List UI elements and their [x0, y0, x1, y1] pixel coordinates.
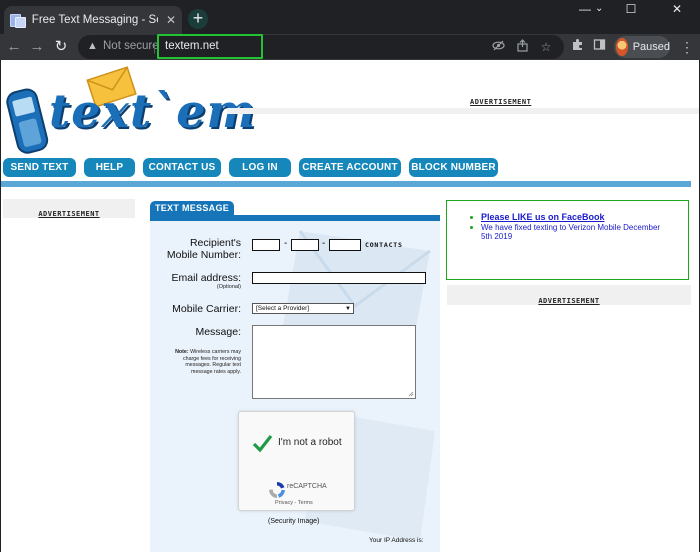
recaptcha-widget[interactable]: I'm not a robot reCAPTCHA Privacy - Term…	[238, 411, 355, 511]
kebab-menu-icon[interactable]: ⋮	[680, 38, 694, 56]
phone-line-input[interactable]	[329, 239, 361, 251]
browser-toolbar: ← → ↻ ▲ Not secure | textem.net ☆ Paused…	[0, 34, 700, 60]
not-a-robot-label[interactable]: I'm not a robot	[278, 437, 342, 448]
phone-dash: -	[284, 238, 288, 249]
checkmark-icon[interactable]	[251, 432, 273, 454]
nav-help[interactable]: HELP	[84, 158, 135, 177]
ip-address-label: Your IP Address is:	[369, 537, 424, 544]
eye-off-icon[interactable]	[490, 39, 506, 55]
window-controls: — ☐ ✕	[562, 0, 700, 20]
advertisement-bar	[227, 108, 699, 114]
avatar	[616, 38, 628, 56]
note-text: Wireless carriers may charge fees for re…	[182, 349, 241, 375]
email-label: Email address:	[171, 272, 241, 284]
message-label: Message:	[195, 326, 241, 338]
advertisement-label: ADVERTISEMENT	[470, 98, 532, 106]
advertisement-label: ADVERTISEMENT	[538, 297, 600, 305]
carrier-label: Mobile Carrier:	[172, 303, 241, 315]
reload-icon[interactable]: ↻	[52, 38, 70, 56]
security-status[interactable]: Not secure	[103, 40, 159, 52]
nav-create-account[interactable]: CREATE ACCOUNT	[299, 158, 401, 177]
facebook-like-link[interactable]: Please LIKE us on FaceBook	[469, 212, 669, 223]
nav-send-text[interactable]: SEND TEXT	[3, 158, 76, 177]
header-divider	[1, 181, 691, 187]
text-message-form: TEXT MESSAGE Recipient's Mobile Number: …	[150, 201, 440, 552]
left-advertisement: ADVERTISEMENT	[3, 199, 135, 218]
recaptcha-brand: reCAPTCHA	[287, 483, 327, 490]
carrier-select-value: [Select a Provider]	[256, 305, 310, 312]
right-advertisement: ADVERTISEMENT	[447, 285, 691, 305]
contacts-link[interactable]: CONTACTS	[365, 241, 403, 249]
resize-handle-icon[interactable]	[408, 391, 414, 397]
nav-block-number[interactable]: BLOCK NUMBER	[409, 158, 498, 177]
recaptcha-privacy-terms[interactable]: Privacy - Terms	[275, 500, 313, 506]
recipient-label: Recipient's	[189, 237, 241, 249]
top-advertisement: ADVERTISEMENT	[227, 98, 699, 114]
new-tab-button[interactable]: +	[188, 9, 208, 29]
tab-strip: Free Text Messaging - Send and Receive ✕…	[0, 0, 700, 34]
minimize-button[interactable]: —	[562, 0, 608, 20]
side-panel-icon[interactable]	[590, 38, 608, 56]
verizon-notice: We have fixed texting to Verizon Mobile …	[469, 223, 669, 242]
email-field[interactable]	[252, 272, 426, 284]
notice-box: Please LIKE us on FaceBook We have fixed…	[446, 200, 689, 280]
share-icon[interactable]	[514, 39, 530, 55]
profile-button[interactable]: Paused	[614, 36, 670, 58]
back-arrow-icon[interactable]: ←	[5, 38, 23, 56]
extensions-icon[interactable]	[568, 38, 586, 56]
web-page: text`em ADVERTISEMENT SEND TEXT HELP CON…	[1, 60, 699, 552]
email-optional-label: (Optional)	[216, 284, 241, 290]
phone-dash: -	[322, 238, 326, 249]
carrier-select[interactable]: [Select a Provider] ▼	[252, 303, 354, 314]
security-image-caption: (Security Image)	[268, 518, 320, 525]
forward-arrow-icon[interactable]: →	[28, 38, 46, 56]
nav-contact-us[interactable]: CONTACT US	[143, 158, 221, 177]
nav-log-in[interactable]: LOG IN	[229, 158, 291, 177]
carrier-fee-note: Note: Wireless carriers may charge fees …	[170, 349, 241, 375]
url-highlight-box	[157, 34, 263, 59]
tab-close-icon[interactable]: ✕	[166, 13, 176, 27]
site-favicon-icon	[10, 13, 26, 28]
profile-status: Paused	[632, 41, 670, 53]
maximize-button[interactable]: ☐	[608, 0, 654, 20]
address-bar[interactable]: ▲ Not secure | textem.net ☆	[78, 34, 564, 59]
omnibox-separator: |	[153, 40, 157, 54]
phone-prefix-input[interactable]	[291, 239, 319, 251]
tab-title: Free Text Messaging - Send and Receive	[31, 14, 158, 26]
advertisement-label: ADVERTISEMENT	[38, 210, 100, 218]
chevron-down-icon: ▼	[345, 306, 351, 312]
recaptcha-logo-icon	[269, 482, 285, 498]
phone-area-code-input[interactable]	[252, 239, 280, 251]
notice-list: Please LIKE us on FaceBook We have fixed…	[469, 212, 669, 242]
note-bold: Note:	[175, 349, 189, 355]
warning-icon[interactable]: ▲	[87, 40, 99, 52]
browser-tab[interactable]: Free Text Messaging - Send and Receive ✕	[4, 6, 182, 34]
star-icon[interactable]: ☆	[538, 39, 554, 55]
close-window-button[interactable]: ✕	[654, 0, 700, 20]
form-body: Recipient's Mobile Number: - - CONTACTS …	[150, 221, 440, 552]
site-logo[interactable]: text`em	[5, 66, 255, 158]
recipient-label-line2: Mobile Number:	[166, 249, 241, 261]
site-navbar: SEND TEXT HELP CONTACT US LOG IN CREATE …	[3, 158, 506, 178]
logo-wordmark: text`em	[49, 84, 257, 138]
message-textarea[interactable]	[252, 325, 416, 399]
